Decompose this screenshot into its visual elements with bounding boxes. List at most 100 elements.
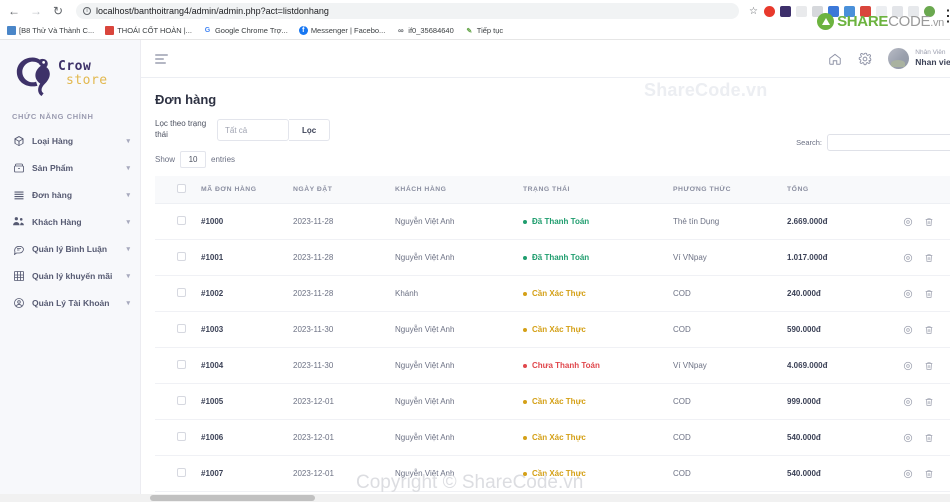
- cell-tong: 540.000đ: [787, 455, 903, 492]
- scrollbar-thumb[interactable]: [150, 495, 315, 501]
- row-checkbox[interactable]: [177, 288, 186, 297]
- sidebar-item-quan-ly-binh-luan[interactable]: Quản lý Bình Luận ▾: [0, 235, 140, 262]
- table-row[interactable]: #1006 2023-12-01 Nguyễn Việt Anh Cần Xác Th…: [155, 419, 950, 456]
- cell-ngay-dat: 2023-12-01: [293, 383, 395, 420]
- status-badge: Cần Xác Thực: [523, 397, 586, 406]
- status-filter-select[interactable]: Tất cả: [217, 119, 289, 141]
- trash-icon[interactable]: [924, 289, 934, 299]
- hamburger-menu-icon[interactable]: [155, 53, 168, 64]
- table-row[interactable]: #1003 2023-11-30 Nguyễn Việt Anh Cần Xác Th…: [155, 311, 950, 348]
- order-id: #1007: [201, 469, 224, 478]
- filter-apply-button[interactable]: Lọc: [289, 119, 331, 141]
- eye-icon[interactable]: [903, 217, 913, 227]
- eye-icon[interactable]: [903, 469, 913, 479]
- cell-phuong-thuc: Ví VNpay: [673, 347, 787, 384]
- trash-icon[interactable]: [924, 469, 934, 479]
- sidebar-item-quan-ly-khuyen-mai[interactable]: Quản lý khuyến mãi ▾: [0, 262, 140, 289]
- trash-icon[interactable]: [924, 361, 934, 371]
- bookmark-star-icon[interactable]: ☆: [749, 6, 758, 17]
- trash-icon[interactable]: [924, 217, 934, 227]
- row-checkbox[interactable]: [177, 324, 186, 333]
- status-label: Chưa Thanh Toán: [532, 361, 600, 371]
- bookmark-label: Google Chrome Trợ...: [214, 26, 288, 35]
- sidebar-item-san-pham[interactable]: Sản Phẩm ▾: [0, 154, 140, 181]
- trash-icon[interactable]: [924, 253, 934, 263]
- sidebar-item-khach-hang[interactable]: Khách Hàng ▾: [0, 208, 140, 235]
- table-row[interactable]: #1005 2023-12-01 Nguyễn Việt Anh Cần Xác Th…: [155, 383, 950, 420]
- table-row[interactable]: #1004 2023-11-30 Nguyễn Việt Anh Chưa Thanh…: [155, 347, 950, 384]
- row-select-cell: [155, 239, 201, 276]
- cell-ma-don-hang: #1002: [201, 275, 293, 312]
- eye-icon[interactable]: [903, 289, 913, 299]
- trash-icon[interactable]: [924, 433, 934, 443]
- row-checkbox[interactable]: [177, 252, 186, 261]
- opera-extension-icon[interactable]: [764, 5, 775, 17]
- sidebar-item-don-hang[interactable]: Đơn hàng ▾: [0, 181, 140, 208]
- folder-extension-icon[interactable]: [780, 5, 791, 17]
- order-total: 540.000đ: [787, 469, 821, 478]
- bookmark-item[interactable]: f Messenger | Facebo...: [298, 26, 385, 35]
- select-all-checkbox[interactable]: [177, 184, 186, 193]
- address-bar[interactable]: i localhost/banthoitrang4/admin/admin.ph…: [76, 3, 740, 19]
- table-row[interactable]: #1007 2023-12-01 Nguyễn Việt Anh Cần Xác Th…: [155, 455, 950, 492]
- back-arrow-icon[interactable]: ←: [6, 3, 22, 19]
- bookmarks-bar: [B8 Thử Và Thành C... THOÁI CỐT HOÀN |..…: [0, 22, 950, 40]
- column-header-ngay-dat[interactable]: NGÀY ĐẶT: [293, 176, 395, 204]
- cell-tong: 540.000đ: [787, 419, 903, 456]
- shield-extension-icon[interactable]: [796, 5, 807, 17]
- home-icon[interactable]: [828, 52, 842, 66]
- row-checkbox[interactable]: [177, 216, 186, 225]
- bookmark-item[interactable]: ✎ Tiếp tục: [464, 26, 503, 35]
- row-checkbox[interactable]: [177, 468, 186, 477]
- site-info-icon[interactable]: i: [83, 7, 91, 15]
- status-label: Đã Thanh Toán: [532, 253, 590, 263]
- trash-icon[interactable]: [924, 397, 934, 407]
- users-icon: [12, 215, 25, 228]
- sidebar-item-loai-hang[interactable]: Loại Hàng ▾: [0, 127, 140, 154]
- facebook-favicon: f: [298, 26, 308, 35]
- column-header-ma-don-hang[interactable]: MÃ ĐƠN HÀNG: [201, 176, 293, 204]
- column-header-khach-hang[interactable]: KHÁCH HÀNG: [395, 176, 523, 204]
- entries-input[interactable]: 10: [180, 151, 207, 168]
- order-total: 240.000đ: [787, 289, 821, 298]
- sidebar-item-label: Khách Hàng: [32, 216, 82, 227]
- address-bar-url: localhost/banthoitrang4/admin/admin.php?…: [96, 6, 329, 16]
- column-header-phuong-thuc[interactable]: PHƯƠNG THỨC: [673, 176, 787, 204]
- reload-icon[interactable]: ↻: [50, 3, 66, 19]
- bookmark-item[interactable]: THOÁI CỐT HOÀN |...: [105, 26, 192, 35]
- search-input[interactable]: [827, 134, 950, 151]
- cell-khach-hang: Nguyễn Việt Anh: [395, 239, 523, 276]
- status-dot-icon: [523, 327, 527, 332]
- row-checkbox[interactable]: [177, 396, 186, 405]
- eye-icon[interactable]: [903, 361, 913, 371]
- table-row[interactable]: #1002 2023-11-28 Khánh Cần Xác Thực COD 240.0…: [155, 275, 950, 312]
- chevron-down-icon: ▾: [126, 272, 130, 280]
- eye-icon[interactable]: [903, 397, 913, 407]
- user-menu[interactable]: Nhân Viên Nhan vien 1: [888, 48, 950, 69]
- sharecode-badge-icon: [817, 13, 835, 30]
- eye-icon[interactable]: [903, 433, 913, 443]
- gear-icon[interactable]: [858, 52, 872, 66]
- bookmark-item[interactable]: G Google Chrome Trợ...: [202, 26, 288, 35]
- table-row[interactable]: #1000 2023-11-28 Nguyễn Việt Anh Đã Thanh T…: [155, 203, 950, 240]
- bookmark-item[interactable]: ∞ if0_35684640: [396, 26, 454, 35]
- horizontal-scrollbar[interactable]: [0, 494, 950, 502]
- forward-arrow-icon[interactable]: →: [28, 3, 44, 19]
- bookmark-item[interactable]: [B8 Thử Và Thành C...: [7, 26, 94, 35]
- chevron-down-icon: ▾: [126, 191, 130, 199]
- cell-khach-hang: Nguyễn Việt Anh: [395, 203, 523, 240]
- cell-actions: [903, 383, 950, 420]
- table-row[interactable]: #1001 2023-11-28 Nguyễn Việt Anh Đã Thanh T…: [155, 239, 950, 276]
- brand-logo[interactable]: Crow store: [0, 40, 140, 106]
- row-checkbox[interactable]: [177, 432, 186, 441]
- sidebar-item-quan-ly-tai-khoan[interactable]: Quản Lý Tài Khoản ▾: [0, 289, 140, 316]
- list-icon: [12, 188, 25, 201]
- column-header-trang-thai[interactable]: TRẠNG THÁI: [523, 176, 673, 204]
- eye-icon[interactable]: [903, 325, 913, 335]
- eye-icon[interactable]: [903, 253, 913, 263]
- row-checkbox[interactable]: [177, 360, 186, 369]
- sidebar-item-label: Sản Phẩm: [32, 162, 74, 173]
- crow-bird-logo-icon: [16, 57, 50, 96]
- column-header-tong[interactable]: TỔNG: [787, 176, 903, 204]
- trash-icon[interactable]: [924, 325, 934, 335]
